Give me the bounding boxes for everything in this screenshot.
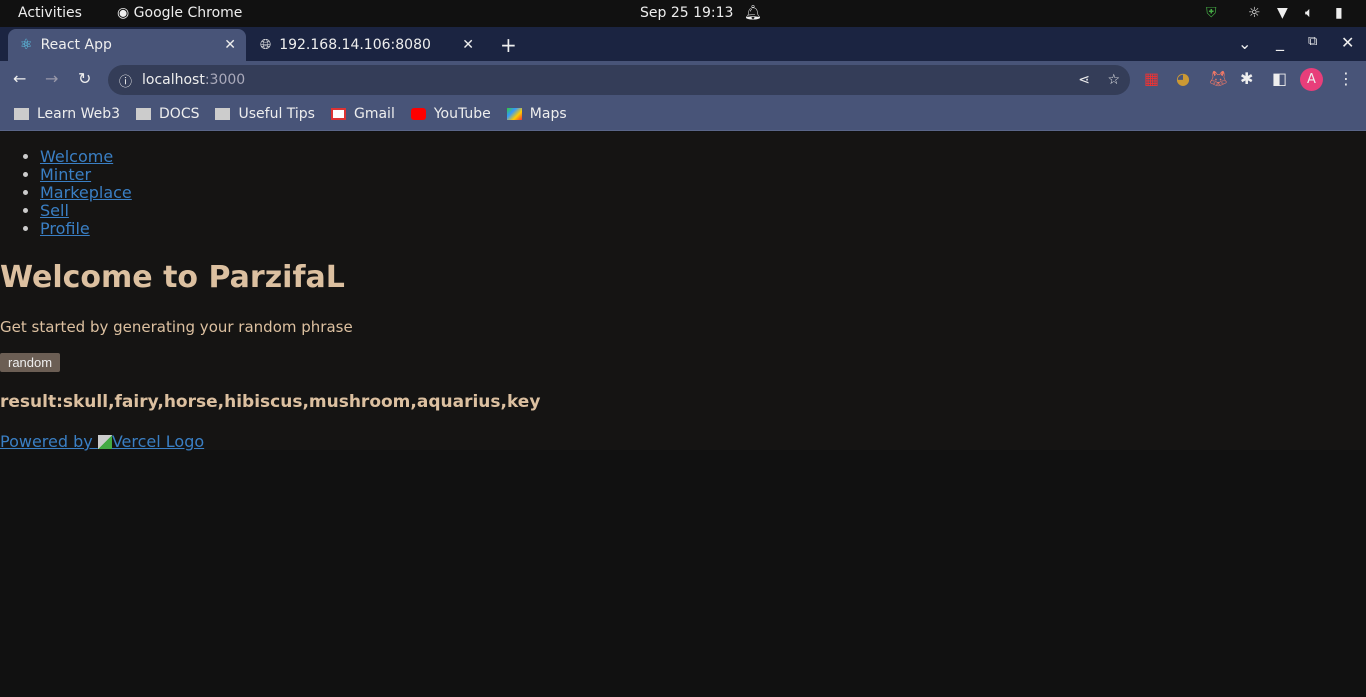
page-content: Welcome Minter Markeplace Sell Profile W… [0, 132, 1366, 451]
close-tab-icon[interactable]: ✕ [462, 37, 474, 53]
nav-item: Welcome [40, 148, 132, 166]
powered-by-label: Powered by [0, 432, 98, 451]
tab-search-icon[interactable]: ⌄ [1238, 34, 1251, 53]
result-text: result:skull,fairy,horse,hibiscus,mushro… [0, 392, 541, 412]
bookmark-maps[interactable]: Maps [506, 105, 567, 122]
chrome-app-menu[interactable]: ◉ Google Chrome [117, 5, 242, 21]
star-icon[interactable]: ☆ [1107, 72, 1120, 88]
tab-remote[interactable]: 🌐︎ 192.168.14.106:8080 ✕ [248, 29, 484, 61]
bell-icon[interactable]: 🔔︎ [744, 5, 762, 21]
tab-strip: ⚛ React App ✕ 🌐︎ 192.168.14.106:8080 ✕ + ⌄ _… [0, 27, 1366, 61]
wifi-icon[interactable]: ▼ [1277, 5, 1288, 21]
brightness-icon[interactable]: ☼ [1248, 5, 1261, 21]
new-tab-button[interactable]: + [500, 33, 517, 57]
address-host: localhost [142, 72, 205, 88]
close-tab-icon[interactable]: ✕ [224, 37, 236, 53]
nav-link-marketplace[interactable]: Markeplace [40, 183, 132, 202]
nav-link-minter[interactable]: Minter [40, 165, 91, 184]
battery-icon[interactable]: ▮ [1335, 5, 1343, 21]
folder-icon [136, 107, 152, 120]
globe-icon: 🌐︎ [260, 37, 272, 53]
minimize-button[interactable]: _ [1276, 32, 1284, 51]
extension-calendar-icon[interactable]: ▦ [1144, 69, 1159, 88]
bookmark-label: DOCS [159, 105, 200, 122]
tab-label: React App [40, 37, 112, 53]
extensions-icon[interactable]: ✱ [1240, 69, 1253, 88]
bookmark-docs[interactable]: DOCS [136, 106, 199, 122]
bookmark-learn-web3[interactable]: Learn Web3 [14, 106, 120, 122]
vercel-logo-alt: Vercel Logo [111, 432, 205, 451]
folder-icon [14, 107, 29, 120]
side-panel-icon[interactable]: ◧ [1272, 69, 1287, 88]
bookmark-useful-tips[interactable]: Useful Tips [215, 106, 315, 122]
browser-toolbar: ← → ↻ ⓘ localhost:3000 ⋖ ☆ ▦ ◕ 🦊︎ ✱ ◧ A … [0, 61, 1366, 97]
folder-icon [215, 107, 231, 120]
maps-icon [506, 107, 522, 120]
powered-by-link[interactable]: Powered by Vercel Logo [0, 432, 204, 451]
activities-button[interactable]: Activities [18, 5, 82, 21]
bookmark-label: Gmail [353, 105, 395, 122]
bookmark-label: Maps [529, 105, 567, 122]
shield-icon[interactable]: ⛨ [1206, 5, 1217, 21]
system-top-bar: Activities ◉ Google Chrome Sep 25 19:13 … [0, 0, 1366, 27]
nav-item: Sell [40, 202, 132, 220]
react-icon: ⚛ [20, 37, 33, 53]
address-bar[interactable]: ⓘ localhost:3000 ⋖ ☆ [108, 65, 1130, 95]
metamask-icon[interactable]: 🦊︎ [1208, 69, 1228, 88]
bookmark-label: YouTube [433, 105, 491, 122]
close-window-button[interactable]: ✕ [1341, 33, 1354, 52]
extension-color-icon[interactable]: ◕ [1176, 69, 1190, 88]
nav-item: Minter [40, 166, 132, 184]
tab-label: 192.168.14.106:8080 [279, 37, 431, 53]
restore-button[interactable]: ⧉ [1308, 34, 1317, 49]
bookmarks-bar: Learn Web3 DOCS Useful Tips Gmail YouTub… [0, 97, 1366, 131]
share-icon[interactable]: ⋖ [1078, 72, 1090, 88]
nav-link-welcome[interactable]: Welcome [40, 147, 113, 166]
gmail-icon [330, 107, 346, 120]
bookmark-label: Useful Tips [238, 105, 315, 122]
page-title: Welcome to ParzifaL [0, 260, 345, 295]
info-icon: ⓘ [119, 74, 133, 90]
nav-item: Markeplace [40, 184, 132, 202]
tab-react-app[interactable]: ⚛ React App ✕ [8, 29, 246, 61]
address-port: :3000 [204, 72, 246, 88]
youtube-icon [410, 107, 426, 120]
broken-image-icon [97, 435, 112, 449]
profile-avatar[interactable]: A [1300, 68, 1323, 91]
bookmark-label: Learn Web3 [37, 105, 121, 122]
app-name: Google Chrome [133, 5, 243, 21]
clock[interactable]: Sep 25 19:13 [640, 5, 733, 21]
nav-item: Profile [40, 220, 132, 238]
nav-link-sell[interactable]: Sell [40, 201, 69, 220]
nav-link-profile[interactable]: Profile [40, 219, 90, 238]
random-button[interactable]: random [0, 353, 61, 372]
forward-button[interactable]: → [45, 69, 58, 88]
bookmark-gmail[interactable]: Gmail [330, 105, 395, 122]
nav-list: Welcome Minter Markeplace Sell Profile [40, 148, 132, 238]
reload-button[interactable]: ↻ [78, 69, 91, 88]
menu-icon[interactable]: ⋮ [1338, 69, 1354, 88]
back-button[interactable]: ← [13, 69, 26, 88]
page-subtitle: Get started by generating your random ph… [0, 318, 353, 336]
volume-icon[interactable]: 🔈︎ [1305, 5, 1313, 21]
bookmark-youtube[interactable]: YouTube [410, 105, 491, 122]
